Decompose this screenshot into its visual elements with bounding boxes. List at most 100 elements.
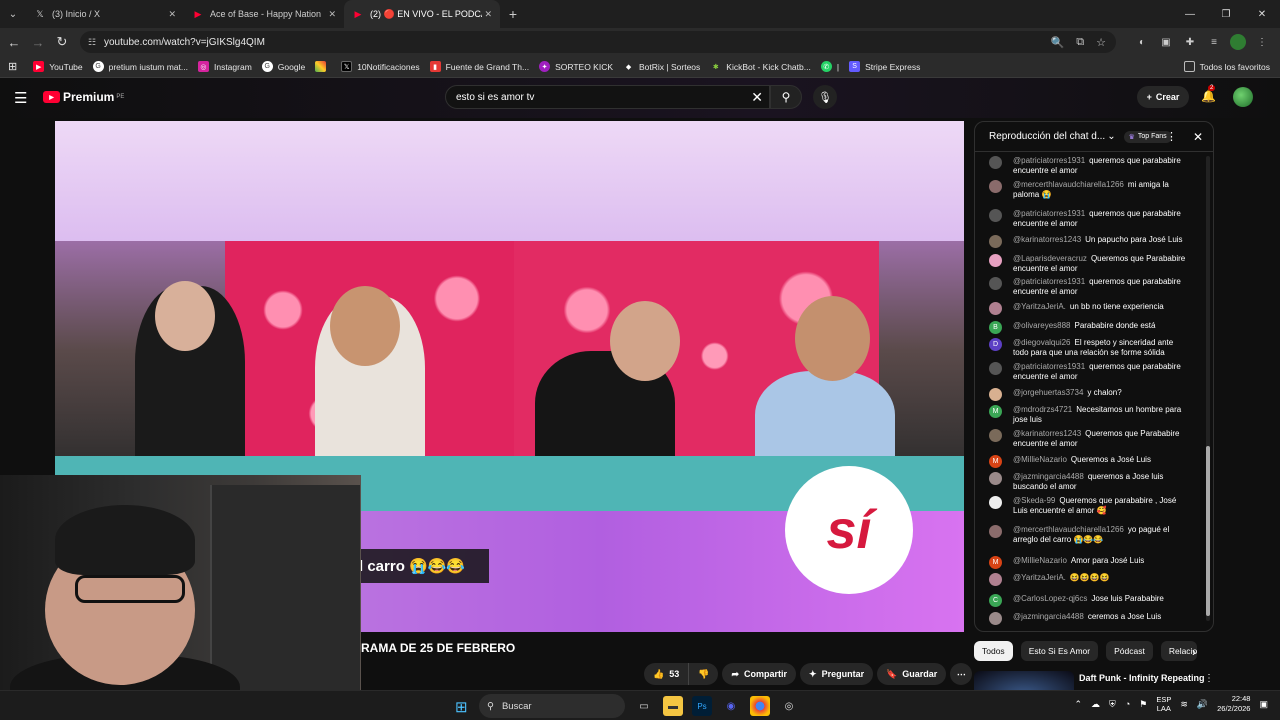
chat-author-name[interactable]: @MillieNazario bbox=[1013, 556, 1067, 565]
close-chat-icon[interactable]: ✕ bbox=[1193, 130, 1203, 144]
dislike-button[interactable]: 👎 bbox=[688, 663, 719, 685]
chat-author-avatar[interactable] bbox=[989, 388, 1002, 401]
chat-author-avatar[interactable] bbox=[989, 472, 1002, 485]
language-indicator[interactable]: ESP LAA bbox=[1156, 695, 1171, 713]
search-input[interactable]: esto si es amor tv ✕ bbox=[445, 85, 770, 109]
close-tab-icon[interactable]: ✕ bbox=[484, 9, 492, 20]
chat-author-avatar[interactable] bbox=[989, 525, 1002, 538]
search-button[interactable]: ⚲ bbox=[770, 85, 802, 109]
chat-author-avatar[interactable]: D bbox=[989, 338, 1002, 351]
bookmark-sorteo-kick[interactable]: ✦ SORTEO KICK bbox=[539, 61, 613, 72]
chat-author-name[interactable]: @MillieNazario bbox=[1013, 455, 1067, 464]
user-avatar[interactable] bbox=[1233, 87, 1253, 107]
tray-overflow-icon[interactable]: ⌃ bbox=[1075, 699, 1083, 710]
close-tab-icon[interactable]: ✕ bbox=[328, 9, 336, 20]
bookmark-instagram[interactable]: ◎ Instagram bbox=[197, 61, 252, 72]
windows-start-icon[interactable]: ⊞ bbox=[455, 698, 468, 716]
chevron-down-icon[interactable]: ⌄ bbox=[1107, 131, 1115, 142]
chat-author-name[interactable]: @mercerthlavaudchiarella1266 bbox=[1013, 180, 1124, 189]
chat-author-avatar[interactable] bbox=[989, 180, 1002, 193]
menu-dots-icon[interactable]: ⋮ bbox=[1254, 34, 1270, 50]
recommended-title[interactable]: Daft Punk - Infinity Repeating bbox=[1079, 673, 1205, 683]
chat-author-avatar[interactable] bbox=[989, 573, 1002, 586]
network-icon[interactable]: ◔ bbox=[1125, 699, 1130, 709]
discord-icon[interactable]: ◉ bbox=[721, 696, 741, 716]
chat-author-avatar[interactable]: M bbox=[989, 405, 1002, 418]
bookmark-notifications[interactable]: 𝕏 10Notificaciones bbox=[341, 61, 420, 72]
chat-more-icon[interactable]: ⋮ bbox=[1166, 130, 1177, 143]
bookmark-star-icon[interactable]: ☆ bbox=[1096, 36, 1106, 49]
bookmark-gta-font[interactable]: ▮ Fuente de Grand Th... bbox=[429, 61, 529, 72]
back-icon[interactable]: ← bbox=[2, 30, 26, 54]
chip-esto-si-es-amor[interactable]: Esto Si Es Amor bbox=[1020, 641, 1099, 661]
bookmark-google[interactable]: G Google bbox=[261, 61, 305, 72]
chat-author-avatar[interactable]: M bbox=[989, 455, 1002, 468]
file-explorer-icon[interactable]: ▬ bbox=[663, 696, 683, 716]
notification-center-icon[interactable]: ▣ bbox=[1259, 699, 1268, 710]
app-tray-icon[interactable]: ⚑ bbox=[1139, 699, 1147, 710]
reload-icon[interactable]: ↻ bbox=[50, 30, 74, 54]
chat-author-avatar[interactable] bbox=[989, 496, 1002, 509]
youtube-premium-logo[interactable]: ▶ Premium PE bbox=[43, 90, 124, 104]
onedrive-icon[interactable]: ☁ bbox=[1091, 699, 1100, 710]
chat-author-name[interactable]: @Laparisdeveracruz bbox=[1013, 254, 1087, 263]
more-actions-button[interactable]: ⋯ bbox=[950, 663, 973, 685]
chat-author-name[interactable]: @olivareyes888 bbox=[1013, 321, 1070, 330]
close-window-icon[interactable]: ✕ bbox=[1244, 0, 1280, 28]
tab-x-home[interactable]: 𝕏 (3) Inicio / X ✕ bbox=[26, 0, 184, 28]
create-button[interactable]: + Crear bbox=[1137, 86, 1189, 108]
chat-scrollbar-thumb[interactable] bbox=[1206, 446, 1210, 616]
url-bar[interactable]: ☷ youtube.com/watch?v=jGIKSlg4QIM 🔍 ⧉ ☆ bbox=[80, 31, 1116, 53]
chip-all[interactable]: Todos bbox=[974, 641, 1013, 661]
taskbar-search[interactable]: ⚲ Buscar bbox=[479, 694, 625, 718]
reading-list-icon[interactable]: ≡ bbox=[1206, 34, 1222, 50]
tab-ace-of-base[interactable]: ▶ Ace of Base - Happy Nation (Of ✕ bbox=[184, 0, 344, 28]
chat-author-avatar[interactable] bbox=[989, 254, 1002, 267]
obs-icon[interactable]: ◎ bbox=[779, 696, 799, 716]
like-button[interactable]: 👍 53 bbox=[644, 663, 689, 685]
chat-author-name[interactable]: @mdrodrzs4721 bbox=[1013, 405, 1072, 414]
clear-search-icon[interactable]: ✕ bbox=[751, 89, 763, 106]
chat-author-name[interactable]: @patriciatorres1931 bbox=[1013, 277, 1085, 286]
chat-author-avatar[interactable] bbox=[989, 429, 1002, 442]
chevron-right-icon[interactable]: › bbox=[1192, 645, 1196, 659]
chat-author-avatar[interactable] bbox=[989, 235, 1002, 248]
chat-author-avatar[interactable] bbox=[989, 302, 1002, 315]
recommended-video[interactable]: Daft Punk - Infinity Repeating ⋮ bbox=[974, 671, 1214, 691]
extension-icon[interactable]: ▣ bbox=[1158, 34, 1174, 50]
puzzle-icon[interactable]: ✚ bbox=[1182, 34, 1198, 50]
close-tab-icon[interactable]: ✕ bbox=[168, 9, 176, 20]
chat-author-name[interactable]: @jazmingarcia4488 bbox=[1013, 472, 1084, 481]
wifi-icon[interactable]: ≋ bbox=[1180, 699, 1188, 710]
chat-title[interactable]: Reproducción del chat d... bbox=[989, 131, 1105, 142]
bookmark-kickbot[interactable]: ✱ KickBot - Kick Chatb... bbox=[710, 61, 811, 72]
chat-author-avatar[interactable]: C bbox=[989, 594, 1002, 607]
bookmark-youtube[interactable]: ▶ YouTube bbox=[33, 61, 83, 72]
chat-author-name[interactable]: @YaritzaJeriA. bbox=[1013, 573, 1066, 582]
chip-podcast[interactable]: Pódcast bbox=[1106, 641, 1153, 661]
security-icon[interactable]: ⛨ bbox=[1109, 699, 1116, 710]
minimize-icon[interactable]: — bbox=[1172, 0, 1208, 28]
zoom-icon[interactable]: 🔍 bbox=[1051, 36, 1065, 49]
chat-author-name[interactable]: @patriciatorres1931 bbox=[1013, 362, 1085, 371]
chat-author-avatar[interactable] bbox=[989, 362, 1002, 375]
top-fans-badge[interactable]: ♛ Top Fans bbox=[1123, 130, 1172, 143]
chat-author-avatar[interactable] bbox=[989, 209, 1002, 222]
chat-author-name[interactable]: @karinatorres1243 bbox=[1013, 429, 1081, 438]
save-button[interactable]: 🔖 Guardar bbox=[877, 663, 947, 685]
ask-button[interactable]: ✦ Preguntar bbox=[800, 663, 874, 685]
forward-icon[interactable]: → bbox=[26, 30, 50, 54]
new-tab-icon[interactable]: + bbox=[500, 6, 526, 22]
bookmark-pretium[interactable]: Gpretium iustum mat... bbox=[92, 61, 188, 72]
chat-author-avatar[interactable]: B bbox=[989, 321, 1002, 334]
recommended-thumbnail[interactable] bbox=[974, 671, 1074, 691]
share-button[interactable]: ➦ Compartir bbox=[722, 663, 797, 685]
cast-icon[interactable]: ⧉ bbox=[1076, 36, 1084, 49]
apps-grid-icon[interactable]: ⊞ bbox=[8, 60, 17, 73]
tab-search-chevron-icon[interactable]: ⌄ bbox=[0, 0, 26, 28]
all-bookmarks[interactable]: Todos los favoritos bbox=[1183, 61, 1270, 72]
bookmark-pinwheel[interactable] bbox=[315, 61, 331, 72]
chat-author-name[interactable]: @patriciatorres1931 bbox=[1013, 209, 1085, 218]
chat-author-name[interactable]: @karinatorres1243 bbox=[1013, 235, 1081, 244]
clock[interactable]: 22:48 26/2/2026 bbox=[1217, 694, 1250, 714]
